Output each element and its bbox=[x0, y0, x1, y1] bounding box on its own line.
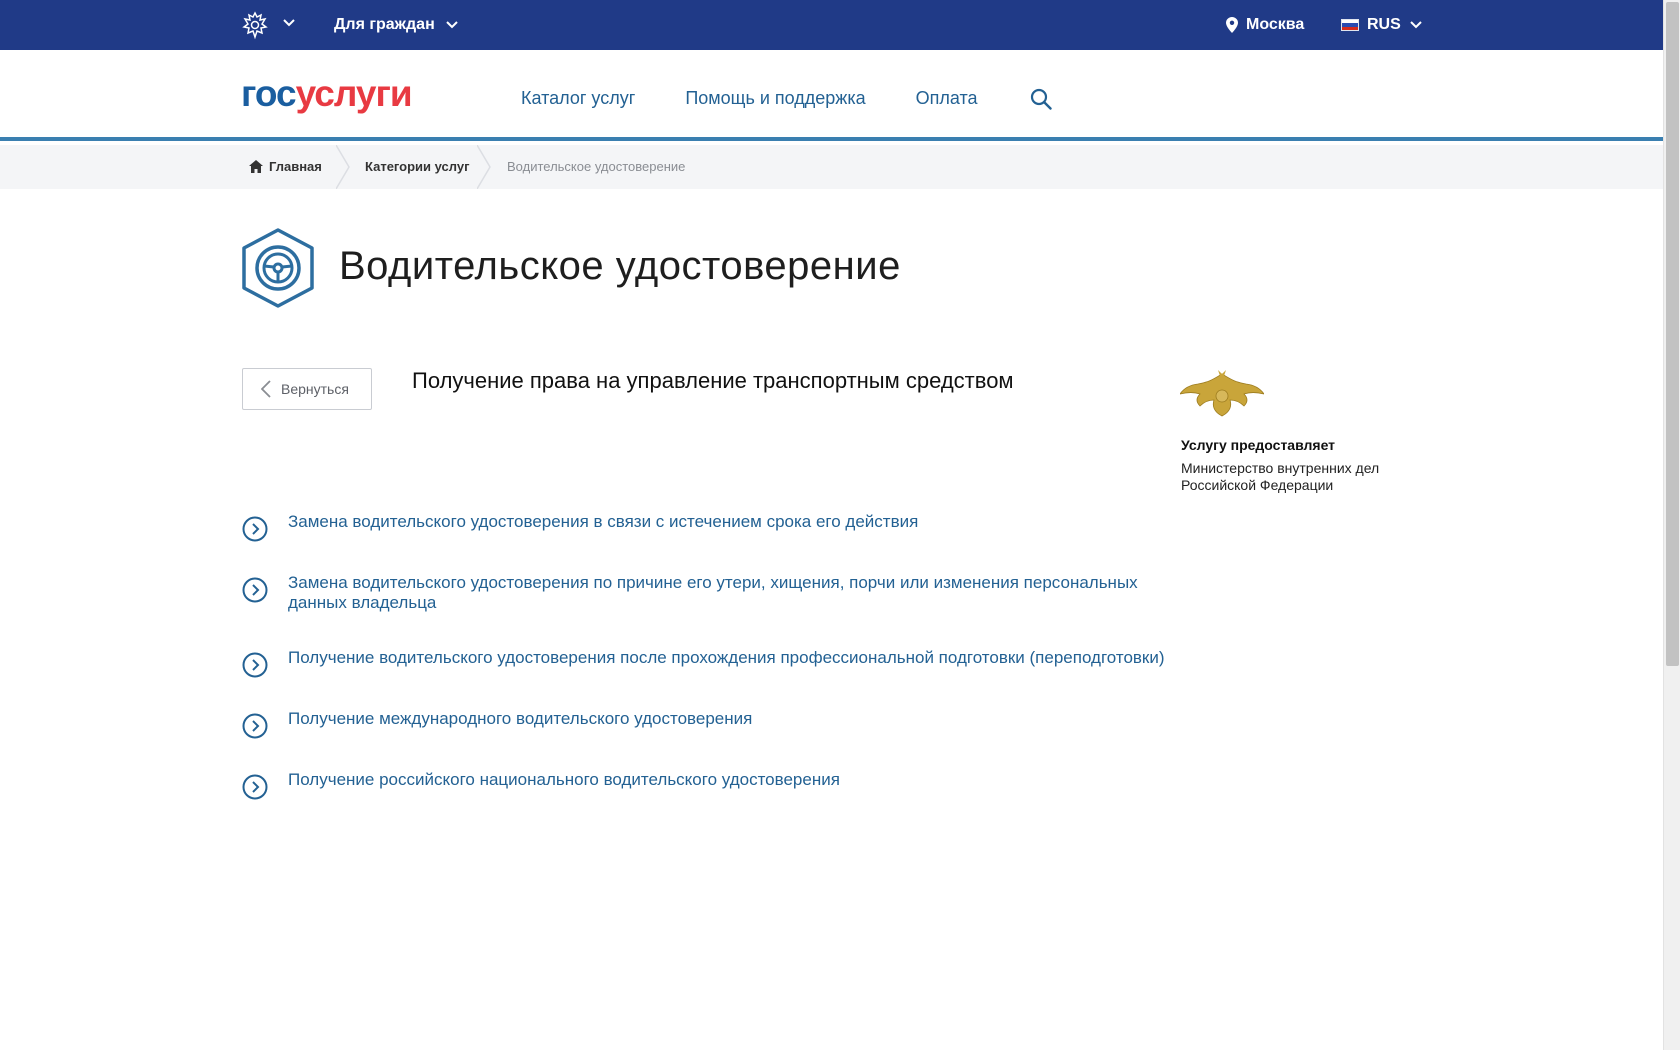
breadcrumb-separator bbox=[477, 145, 491, 189]
arrow-circle-icon bbox=[242, 774, 268, 800]
arrow-circle-icon bbox=[242, 652, 268, 678]
breadcrumb: Главная Категории услуг Водительское удо… bbox=[0, 145, 1663, 189]
location-label: Москва bbox=[1246, 16, 1305, 33]
service-link-text: Получение российского национального води… bbox=[288, 770, 840, 789]
mvd-emblem-icon bbox=[1180, 370, 1264, 417]
page: Для граждан Москва RUS госуслуги Каталог… bbox=[0, 0, 1663, 1050]
home-icon bbox=[249, 160, 263, 173]
arrow-circle-icon bbox=[242, 577, 268, 603]
service-link-text: Замена водительского удостоверения по пр… bbox=[288, 573, 1138, 612]
service-link-text: Получение международного водительского у… bbox=[288, 709, 753, 728]
logo-part-uslugi: услуги bbox=[295, 73, 413, 114]
main-nav: Каталог услуг Помощь и поддержка Оплата bbox=[521, 88, 978, 109]
nav-payment[interactable]: Оплата bbox=[916, 88, 978, 109]
service-link-text: Получение водительского удостоверения по… bbox=[288, 648, 1165, 667]
scrollbar-thumb[interactable] bbox=[1666, 2, 1679, 666]
service-link[interactable]: Замена водительского удостоверения в свя… bbox=[242, 512, 1188, 542]
audience-selector[interactable]: Для граждан bbox=[334, 16, 459, 34]
page-scrollbar[interactable] bbox=[1663, 0, 1680, 1050]
breadcrumb-category[interactable]: Категории услуг bbox=[365, 159, 470, 174]
nav-catalog[interactable]: Каталог услуг bbox=[521, 88, 635, 109]
chevron-left-icon bbox=[261, 380, 271, 398]
breadcrumb-separator bbox=[336, 145, 350, 189]
location-selector[interactable]: Москва bbox=[1226, 16, 1304, 34]
nav-help[interactable]: Помощь и поддержка bbox=[685, 88, 865, 109]
back-button[interactable]: Вернуться bbox=[242, 368, 372, 410]
breadcrumb-home-label: Главная bbox=[269, 159, 322, 174]
arrow-circle-icon bbox=[242, 516, 268, 542]
language-selector[interactable]: RUS bbox=[1341, 16, 1423, 34]
search-icon[interactable] bbox=[1030, 88, 1052, 110]
breadcrumb-current: Водительское удостоверение bbox=[507, 159, 686, 174]
service-link-text: Замена водительского удостоверения в свя… bbox=[288, 512, 919, 531]
arrow-circle-icon bbox=[242, 713, 268, 739]
chevron-down-icon bbox=[1410, 21, 1422, 29]
gosuslugi-logo[interactable]: госуслуги bbox=[241, 73, 413, 114]
breadcrumb-home[interactable]: Главная bbox=[249, 159, 322, 174]
provider-label: Услугу предоставляет bbox=[1181, 437, 1336, 453]
service-link[interactable]: Получение водительского удостоверения по… bbox=[242, 648, 1188, 678]
service-link[interactable]: Замена водительского удостоверения по пр… bbox=[242, 573, 1188, 613]
page-title: Водительское удостоверение bbox=[339, 244, 901, 288]
site-header: госуслуги Каталог услуг Помощь и поддерж… bbox=[0, 50, 1663, 141]
audience-label: Для граждан bbox=[334, 16, 435, 33]
back-button-label: Вернуться bbox=[281, 381, 349, 397]
russian-flag-icon bbox=[1341, 19, 1359, 31]
top-bar: Для граждан Москва RUS bbox=[0, 0, 1663, 50]
service-link[interactable]: Получение российского национального води… bbox=[242, 770, 1188, 800]
steering-wheel-icon bbox=[242, 228, 314, 308]
section-title: Получение права на управление транспортн… bbox=[412, 368, 1014, 393]
provider-name: Министерство внутренних дел Российской Ф… bbox=[1181, 460, 1380, 493]
russian-emblem-icon[interactable] bbox=[240, 10, 270, 40]
chevron-down-icon[interactable] bbox=[282, 16, 296, 30]
logo-part-gos: гос bbox=[241, 73, 297, 114]
service-link[interactable]: Получение международного водительского у… bbox=[242, 709, 1188, 739]
language-label: RUS bbox=[1367, 16, 1401, 33]
location-pin-icon bbox=[1226, 17, 1238, 33]
chevron-down-icon bbox=[446, 21, 458, 29]
